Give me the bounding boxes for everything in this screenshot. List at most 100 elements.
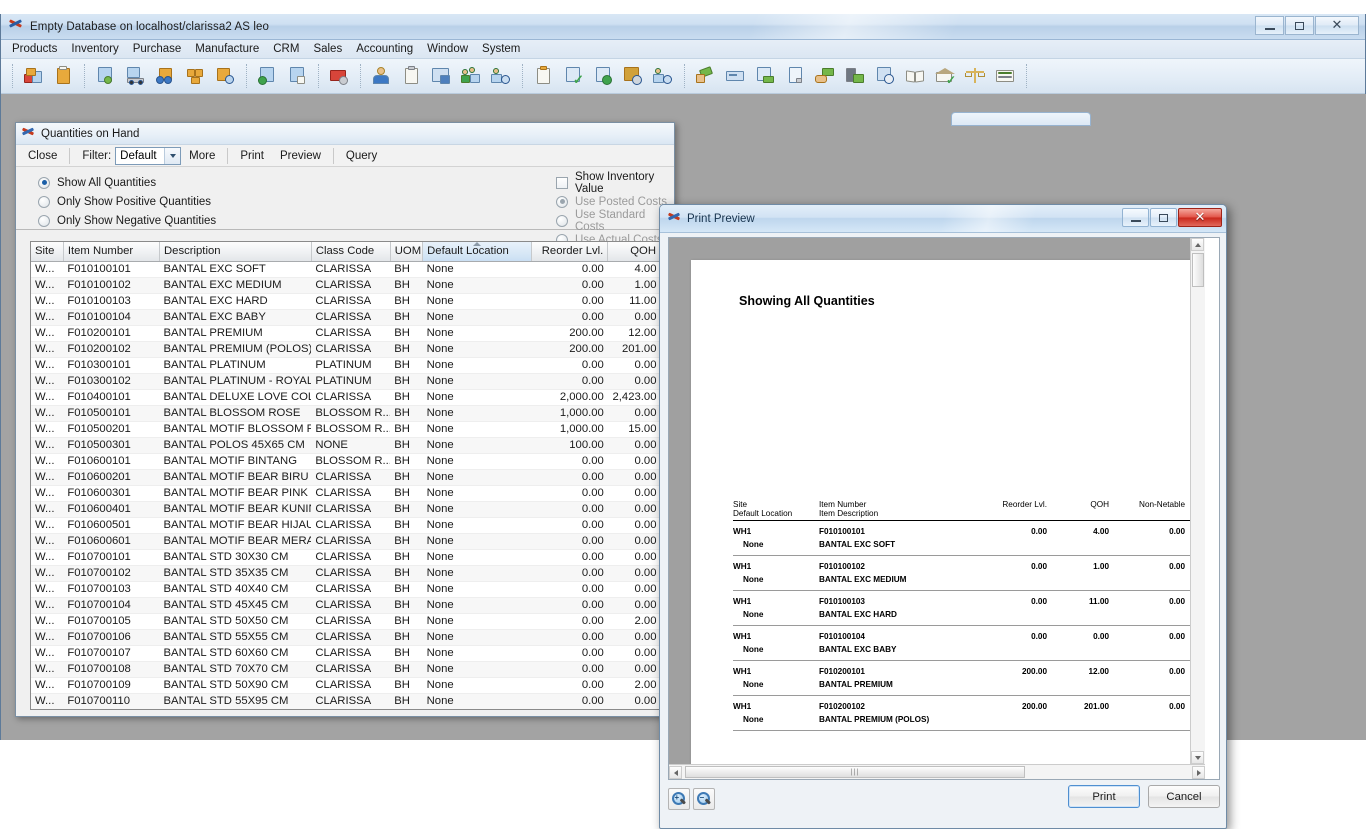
table-row[interactable]: W... F010200102 BANTAL PREMIUM (POLOS) CLAR… xyxy=(31,341,661,358)
column-header-class-code[interactable]: Class Code xyxy=(311,242,391,262)
table-row[interactable]: W... F010500301 BANTAL POLOS 45X65 CM NONE B… xyxy=(31,437,661,454)
print-preview-canvas[interactable]: Showing All Quantities Site Item Number … xyxy=(669,238,1190,764)
close-button[interactable]: ✕ xyxy=(1315,16,1359,35)
vendor-clipboard-icon[interactable] xyxy=(530,62,558,90)
table-row[interactable]: W... F010700109 BANTAL STD 50X90 CM CLARISS… xyxy=(31,677,661,694)
purchase-approve-icon[interactable]: ✓ xyxy=(560,62,588,90)
preview-vertical-scrollbar[interactable] xyxy=(1190,238,1205,764)
qoh-titlebar[interactable]: Quantities on Hand xyxy=(16,123,674,145)
chevron-down-icon[interactable] xyxy=(164,147,181,164)
payment-history-icon[interactable] xyxy=(752,62,780,90)
invoice-table-icon[interactable] xyxy=(428,62,456,90)
cancel-button[interactable]: Cancel xyxy=(1148,785,1220,808)
zoom-in-icon[interactable]: + xyxy=(668,788,690,810)
column-header-site[interactable]: Site xyxy=(31,242,64,262)
menu-window[interactable]: Window xyxy=(420,41,475,57)
restore-button[interactable] xyxy=(1285,16,1314,35)
table-row[interactable]: W... F010700110 BANTAL STD 55X95 CM CLARISS… xyxy=(31,693,661,709)
minimize-button[interactable] xyxy=(1255,16,1284,35)
customers-group-icon[interactable] xyxy=(458,62,486,90)
print-button[interactable]: Print xyxy=(1068,785,1140,808)
background-window-sliver[interactable] xyxy=(951,112,1091,126)
statement-icon[interactable] xyxy=(782,62,810,90)
table-row[interactable]: W... F010300101 BANTAL PLATINUM PLATINUM BH N… xyxy=(31,357,661,374)
table-row[interactable]: W... F010300102 BANTAL PLATINUM - ROYAL PLA… xyxy=(31,373,661,390)
table-row[interactable]: W... F010100101 BANTAL EXC SOFT CLARISSA BH N… xyxy=(31,261,661,278)
checkbox-show-inventory-value[interactable]: Show Inventory Value xyxy=(556,171,674,195)
more-button[interactable]: More xyxy=(181,148,223,164)
preview-horizontal-scrollbar[interactable]: ||| xyxy=(669,764,1205,779)
close-button[interactable]: Close xyxy=(20,148,65,164)
period-close-icon[interactable] xyxy=(872,62,900,90)
column-header-uom[interactable]: UOM xyxy=(390,242,424,262)
table-row[interactable]: W... F010700103 BANTAL STD 40X40 CM CLARISS… xyxy=(31,581,661,598)
table-row[interactable]: W... F010700106 BANTAL STD 55X55 CM CLARISS… xyxy=(31,629,661,646)
print-button[interactable]: Print xyxy=(232,148,272,164)
report-icon[interactable] xyxy=(992,62,1020,90)
stock-boxes-icon[interactable] xyxy=(182,62,210,90)
table-row[interactable]: W... F010700104 BANTAL STD 45X45 CM CLARISS… xyxy=(31,597,661,614)
table-row[interactable]: W... F010200101 BANTAL PREMIUM CLARISSA BH No… xyxy=(31,325,661,342)
preview-button[interactable]: Preview xyxy=(272,148,329,164)
order-clipboard-icon[interactable] xyxy=(398,62,426,90)
purchase-history-icon[interactable] xyxy=(620,62,648,90)
stock-search-icon[interactable] xyxy=(152,62,180,90)
filter-select[interactable]: Default xyxy=(115,146,182,165)
minimize-button[interactable] xyxy=(1122,208,1149,227)
table-row[interactable]: W... F010100103 BANTAL EXC HARD CLARISSA BH N… xyxy=(31,293,661,310)
bank-icon[interactable]: ✓ xyxy=(932,62,960,90)
maximize-button[interactable] xyxy=(1150,208,1177,227)
scroll-down-button[interactable] xyxy=(1191,751,1204,764)
application-titlebar[interactable]: Empty Database on localhost/clarissa2 AS… xyxy=(1,14,1365,40)
table-row[interactable]: W... F010700101 BANTAL STD 30X30 CM CLARISS… xyxy=(31,549,661,566)
zoom-out-icon[interactable]: − xyxy=(693,788,715,810)
shipment-truck-icon[interactable] xyxy=(122,62,150,90)
table-row[interactable]: W... F010700107 BANTAL STD 60X60 CM CLARISS… xyxy=(31,645,661,662)
table-row[interactable]: W... F010100104 BANTAL EXC BABY CLARISSA BH N… xyxy=(31,309,661,326)
table-row[interactable]: W... F010600301 BANTAL MOTIF BEAR PINK CLAR… xyxy=(31,485,661,502)
customer-search-icon[interactable] xyxy=(488,62,516,90)
column-header-item-number[interactable]: Item Number xyxy=(63,242,161,262)
table-row[interactable]: W... F010600601 BANTAL MOTIF BEAR MERAH CLA… xyxy=(31,533,661,550)
balance-icon[interactable] xyxy=(962,62,990,90)
table-row[interactable]: W... F010700102 BANTAL STD 35X35 CM CLARISS… xyxy=(31,565,661,582)
query-button[interactable]: Query xyxy=(338,148,385,164)
menu-sales[interactable]: Sales xyxy=(306,41,349,57)
table-row[interactable]: W... F010600501 BANTAL MOTIF BEAR HIJAU CLA… xyxy=(31,517,661,534)
menu-system[interactable]: System xyxy=(475,41,527,57)
qoh-data-grid[interactable]: Site Item Number Description Class Code UOM D… xyxy=(30,241,662,710)
inventory-doc-icon[interactable] xyxy=(284,62,312,90)
table-row[interactable]: W... F010600101 BANTAL MOTIF BINTANG BLOSSO… xyxy=(31,453,661,470)
manufacture-icon[interactable] xyxy=(326,62,354,90)
column-header-qoh[interactable]: QOH xyxy=(607,242,661,262)
payment-icon[interactable] xyxy=(812,62,840,90)
table-row[interactable]: W... F010500101 BANTAL BLOSSOM ROSE BLOSSOM… xyxy=(31,405,661,422)
column-header-default-location[interactable]: Default Location xyxy=(422,242,533,262)
menu-manufacture[interactable]: Manufacture xyxy=(188,41,266,57)
inventory-check-icon[interactable] xyxy=(92,62,120,90)
stock-inquiry-icon[interactable] xyxy=(212,62,240,90)
menu-crm[interactable]: CRM xyxy=(266,41,306,57)
item-clipboard-icon[interactable] xyxy=(50,62,78,90)
ledger-icon[interactable] xyxy=(902,62,930,90)
column-header-description[interactable]: Description xyxy=(159,242,312,262)
customer-icon[interactable] xyxy=(368,62,396,90)
menu-purchase[interactable]: Purchase xyxy=(126,41,189,57)
scrollbar-thumb[interactable] xyxy=(1192,253,1204,287)
item-master-icon[interactable] xyxy=(20,62,48,90)
table-row[interactable]: W...F010500201BANTAL MOTIF BLOSSOM RO...… xyxy=(31,421,661,438)
purchase-receive-icon[interactable] xyxy=(590,62,618,90)
table-row[interactable]: W... F010600401 BANTAL MOTIF BEAR KUNING CL… xyxy=(31,501,661,518)
table-row[interactable]: W... F010700105 BANTAL STD 50X50 CM CLARISS… xyxy=(31,613,661,630)
table-row[interactable]: W...F010400101BANTAL DELUXE LOVE COLO...… xyxy=(31,389,661,406)
menu-products[interactable]: Products xyxy=(5,41,64,57)
table-row[interactable]: W... F010700108 BANTAL STD 70X70 CM CLARISS… xyxy=(31,661,661,678)
check-icon[interactable] xyxy=(722,62,750,90)
column-header-reorder-lvl[interactable]: Reorder Lvl. xyxy=(531,242,609,262)
table-row[interactable]: W...F010700111BANTAL STD 65X65 CMCLARISS… xyxy=(31,709,661,710)
print-preview-titlebar[interactable]: Print Preview ✕ xyxy=(660,205,1226,233)
menu-accounting[interactable]: Accounting xyxy=(349,41,420,57)
scroll-up-button[interactable] xyxy=(1191,238,1204,251)
money-bag-icon[interactable] xyxy=(842,62,870,90)
receive-inventory-icon[interactable] xyxy=(254,62,282,90)
